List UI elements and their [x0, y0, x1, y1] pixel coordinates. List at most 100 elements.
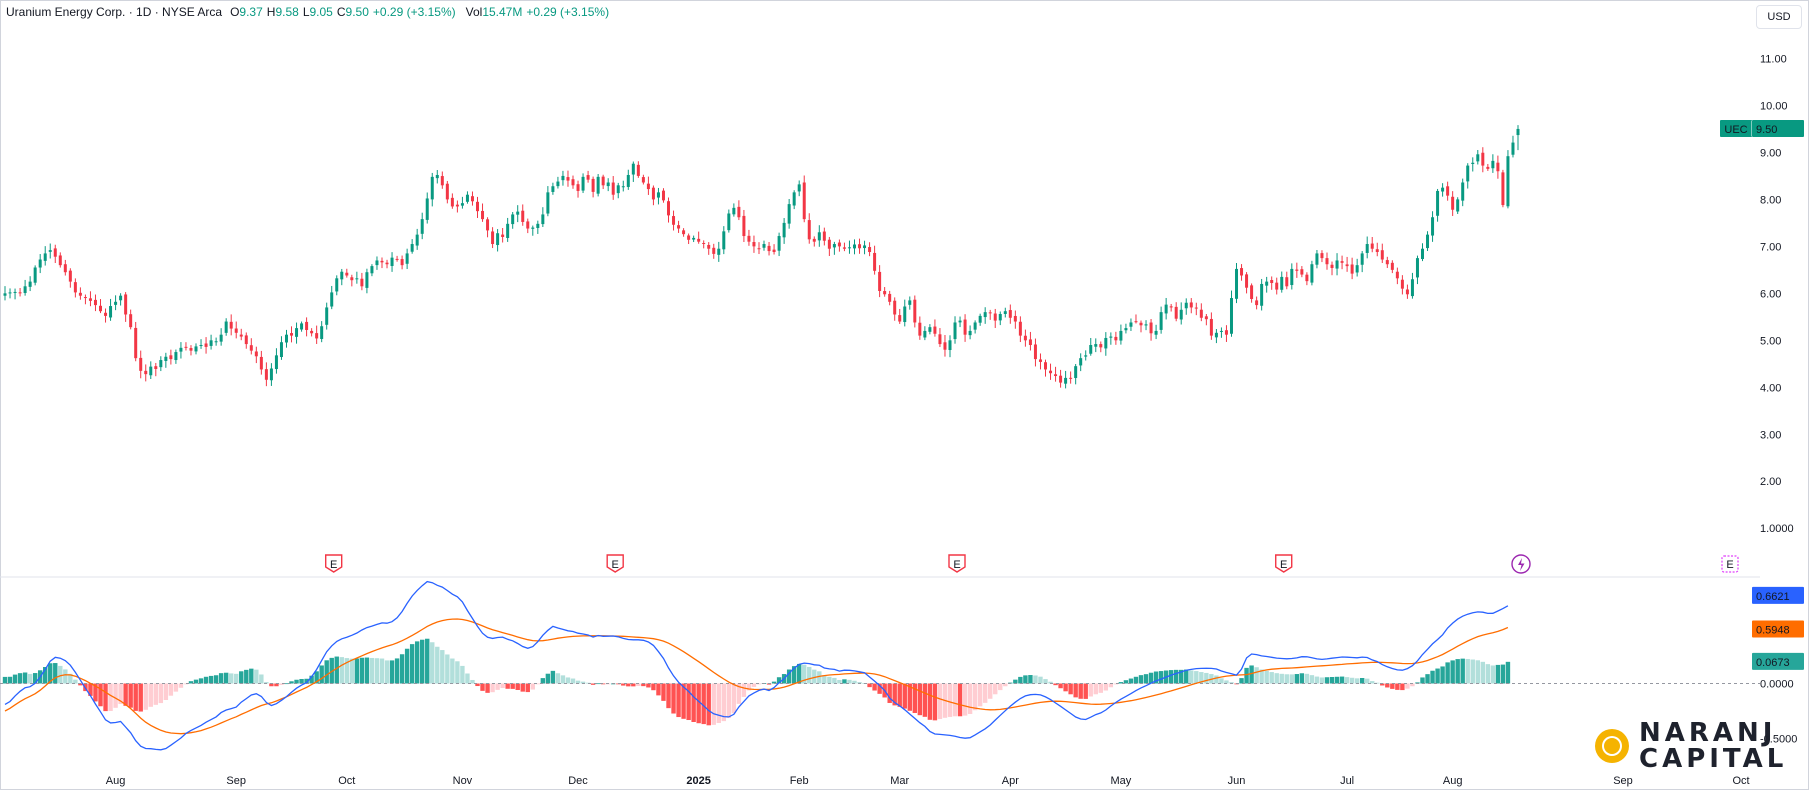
- candle-body: [516, 211, 520, 215]
- candle: [1431, 211, 1435, 242]
- histogram-bar: [1063, 683, 1068, 692]
- candle-body: [847, 247, 851, 249]
- candle-body: [1033, 344, 1037, 360]
- candle: [1089, 337, 1093, 356]
- histogram-bar: [1420, 677, 1425, 684]
- candle: [712, 243, 716, 259]
- candle-body: [1038, 359, 1042, 362]
- candle: [837, 239, 841, 252]
- candle: [1340, 255, 1344, 270]
- candle: [430, 172, 434, 207]
- histogram-bar: [1294, 674, 1300, 684]
- candle-body: [279, 342, 283, 358]
- candle: [852, 239, 856, 255]
- event-markers[interactable]: EEEEE: [325, 554, 1739, 574]
- candle-body: [1149, 322, 1153, 334]
- candle: [1184, 298, 1188, 315]
- candle: [440, 171, 444, 189]
- histogram-bar: [972, 683, 978, 711]
- candle: [375, 256, 379, 270]
- candle-body: [219, 334, 223, 342]
- candle: [827, 236, 831, 256]
- candle-body: [204, 343, 208, 347]
- candle: [1159, 306, 1163, 334]
- candle-body: [692, 237, 696, 240]
- time-tick-label: Apr: [1002, 775, 1019, 787]
- candle: [1471, 157, 1475, 172]
- candle-body: [702, 242, 706, 244]
- candle: [621, 180, 625, 192]
- histogram-bar: [364, 657, 370, 684]
- candle-body: [732, 207, 736, 215]
- candle: [1420, 243, 1424, 262]
- candle-body: [1159, 312, 1163, 330]
- candle: [284, 329, 288, 348]
- candle-body: [380, 260, 384, 263]
- histogram-bar: [686, 683, 691, 721]
- candle-body: [1405, 289, 1409, 295]
- histogram-bar: [897, 683, 902, 707]
- histogram-bar: [1425, 674, 1430, 684]
- histogram-bar: [2, 676, 8, 684]
- candle-body: [953, 322, 957, 340]
- candle-body: [993, 313, 997, 321]
- candle: [1436, 188, 1440, 222]
- candle-body: [295, 328, 299, 337]
- candle-body: [1008, 310, 1012, 318]
- candle: [1481, 147, 1485, 173]
- candle-body: [415, 234, 419, 246]
- histogram-bar: [957, 683, 963, 717]
- candle: [1074, 364, 1078, 385]
- histogram-bar: [485, 683, 490, 693]
- candle-body: [1295, 269, 1299, 271]
- candle: [365, 268, 369, 294]
- histogram-bar: [425, 638, 430, 684]
- histogram-bar: [540, 678, 546, 684]
- candle: [727, 209, 731, 233]
- candle: [259, 350, 263, 375]
- histogram-bar: [414, 641, 420, 684]
- candle: [571, 175, 575, 189]
- candle: [68, 268, 72, 288]
- time-axis[interactable]: Aug Sep Oct Nov Dec 2025 Feb Mar Apr May Jun Jul Aug…: [106, 775, 1750, 787]
- candle: [169, 349, 173, 365]
- candle-body: [1370, 243, 1374, 249]
- candle: [551, 182, 555, 195]
- candle-body: [159, 360, 163, 368]
- histogram-bar: [22, 672, 28, 684]
- histogram-bar: [993, 683, 998, 695]
- candle: [179, 342, 183, 359]
- candle: [672, 210, 676, 231]
- candle: [380, 257, 384, 269]
- candle: [908, 296, 912, 310]
- candle: [53, 244, 57, 264]
- histogram-bar: [1269, 672, 1274, 684]
- histogram-bar: [1385, 683, 1390, 688]
- candle: [1235, 263, 1239, 304]
- chart-canvas[interactable]: E E E E E 11.00 10.00 9.00 8.00 7.00 6.00 5.00 4.00…: [0, 0, 1809, 790]
- candle: [626, 169, 630, 190]
- candle: [516, 205, 520, 223]
- candle: [355, 271, 359, 284]
- time-tick-label: 2025: [686, 775, 710, 787]
- histogram-bar: [827, 676, 832, 684]
- candle: [134, 321, 138, 362]
- candle: [1395, 267, 1399, 285]
- candle-body: [566, 177, 570, 181]
- candle-body: [1235, 268, 1239, 299]
- signal-badge: 0.5948: [1752, 620, 1804, 638]
- candle-body: [1491, 160, 1495, 169]
- histogram-bar: [721, 683, 727, 722]
- candle: [983, 307, 987, 324]
- candle-body: [1023, 335, 1027, 341]
- candle-body: [1270, 280, 1274, 284]
- candle: [1446, 181, 1450, 201]
- histogram-bar: [1324, 677, 1330, 684]
- histogram-bar: [796, 663, 802, 684]
- candle-body: [13, 291, 17, 293]
- candle-body: [1104, 337, 1108, 349]
- histogram-bar: [1319, 677, 1325, 684]
- histogram-bar: [218, 673, 224, 684]
- candle-body: [481, 210, 485, 220]
- histogram-bar: [409, 644, 415, 684]
